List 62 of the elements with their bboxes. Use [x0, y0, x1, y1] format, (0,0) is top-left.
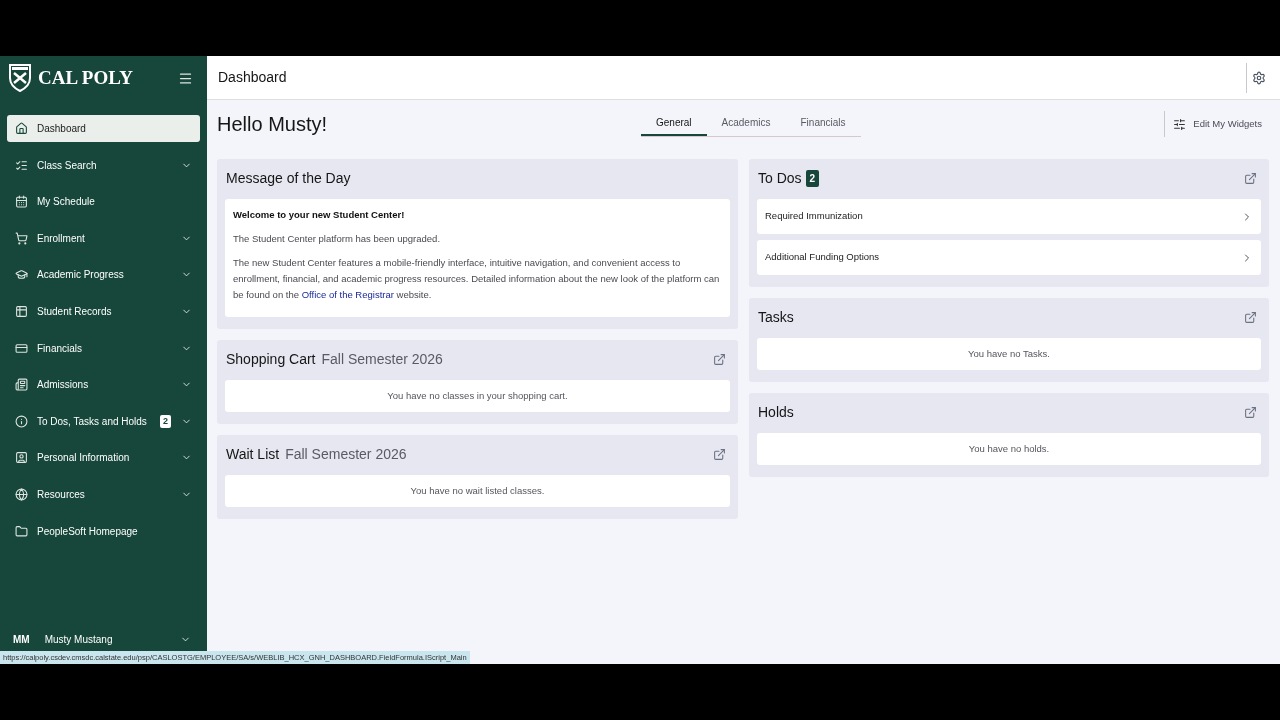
- widget-title: Holds: [758, 402, 794, 422]
- widget-title: Wait List: [226, 444, 280, 464]
- nav-item[interactable]: Dashboard: [7, 115, 200, 142]
- widget-title: To Dos: [758, 168, 802, 188]
- list-icon: [15, 158, 28, 172]
- nav-item[interactable]: Admissions: [7, 371, 200, 399]
- nav-item[interactable]: To Dos, Tasks and Holds 2: [7, 407, 200, 435]
- nav-item[interactable]: Enrollment: [7, 224, 200, 252]
- table-icon: [15, 304, 28, 318]
- open-external-icon[interactable]: [1244, 405, 1257, 419]
- sliders-icon: [1173, 117, 1187, 131]
- card-icon: [15, 341, 28, 355]
- nav-item[interactable]: Personal Information: [7, 444, 200, 472]
- registrar-link[interactable]: Office of the Registrar: [301, 289, 394, 300]
- widget-title: Shopping Cart: [226, 349, 316, 369]
- count-badge: 2: [805, 169, 820, 187]
- open-external-icon[interactable]: [1244, 171, 1257, 185]
- tab[interactable]: General: [641, 111, 707, 136]
- nav-item[interactable]: My Schedule: [7, 188, 200, 216]
- person-icon: [15, 451, 28, 465]
- empty-message: You have no Tasks.: [757, 338, 1261, 370]
- empty-message: You have no wait listed classes.: [225, 475, 730, 507]
- home-icon: [15, 122, 28, 135]
- nav-item[interactable]: Resources: [7, 480, 200, 508]
- widget-subtitle: Fall Semester 2026: [321, 349, 443, 369]
- document-icon: [15, 378, 28, 392]
- todo-item[interactable]: Additional Funding Options: [757, 240, 1261, 275]
- empty-message: You have no classes in your shopping cart.: [225, 380, 730, 412]
- graduation-cap-icon: [15, 268, 28, 282]
- user-initials: MM: [13, 632, 30, 647]
- nav-item[interactable]: Academic Progress: [7, 261, 200, 289]
- open-external-icon[interactable]: [1244, 310, 1257, 324]
- shield-logo-icon: [8, 63, 32, 93]
- page-title: Dashboard: [218, 68, 287, 87]
- settings-icon: [1251, 70, 1266, 85]
- nav-item[interactable]: Financials: [7, 334, 200, 362]
- empty-message: You have no holds.: [757, 433, 1261, 465]
- menu-icon[interactable]: [178, 70, 193, 86]
- edit-widgets-button[interactable]: Edit My Widgets: [1164, 111, 1270, 137]
- greeting: Hello Musty!: [217, 112, 329, 137]
- message-paragraph: The new Student Center features a mobile-friendly interface, intuitive navigation, and convenient access to enrollment, financial, and academic progress resources. Detailed information about the new look of the platform can be found on the Office of the Registrar website.: [233, 256, 721, 302]
- widget-title: Message of the Day: [226, 168, 351, 188]
- nav-item[interactable]: PeopleSoft Homepage: [7, 517, 200, 545]
- user-menu[interactable]: MM Musty Mustang: [0, 628, 207, 650]
- nav-item[interactable]: Class Search: [7, 151, 200, 179]
- globe-icon: [15, 487, 28, 501]
- calendar-icon: [15, 195, 28, 209]
- count-badge: 2: [160, 414, 171, 428]
- cart-icon: [15, 231, 28, 245]
- info-icon: [15, 414, 28, 428]
- widget-subtitle: Fall Semester 2026: [285, 444, 407, 464]
- message-text: The Student Center platform has been upgraded.: [233, 232, 442, 246]
- tab[interactable]: Financials: [785, 111, 861, 136]
- open-external-icon[interactable]: [713, 352, 726, 366]
- folder-icon: [15, 524, 28, 538]
- tab[interactable]: Academics: [706, 111, 786, 136]
- open-external-icon[interactable]: [713, 447, 726, 461]
- widget-title: Tasks: [758, 307, 794, 327]
- nav-item[interactable]: Student Records: [7, 297, 200, 325]
- logo-wordmark: CAL POLY: [38, 65, 133, 90]
- message-heading: Welcome to your new Student Center!: [233, 208, 406, 222]
- todo-item[interactable]: Required Immunization: [757, 199, 1261, 234]
